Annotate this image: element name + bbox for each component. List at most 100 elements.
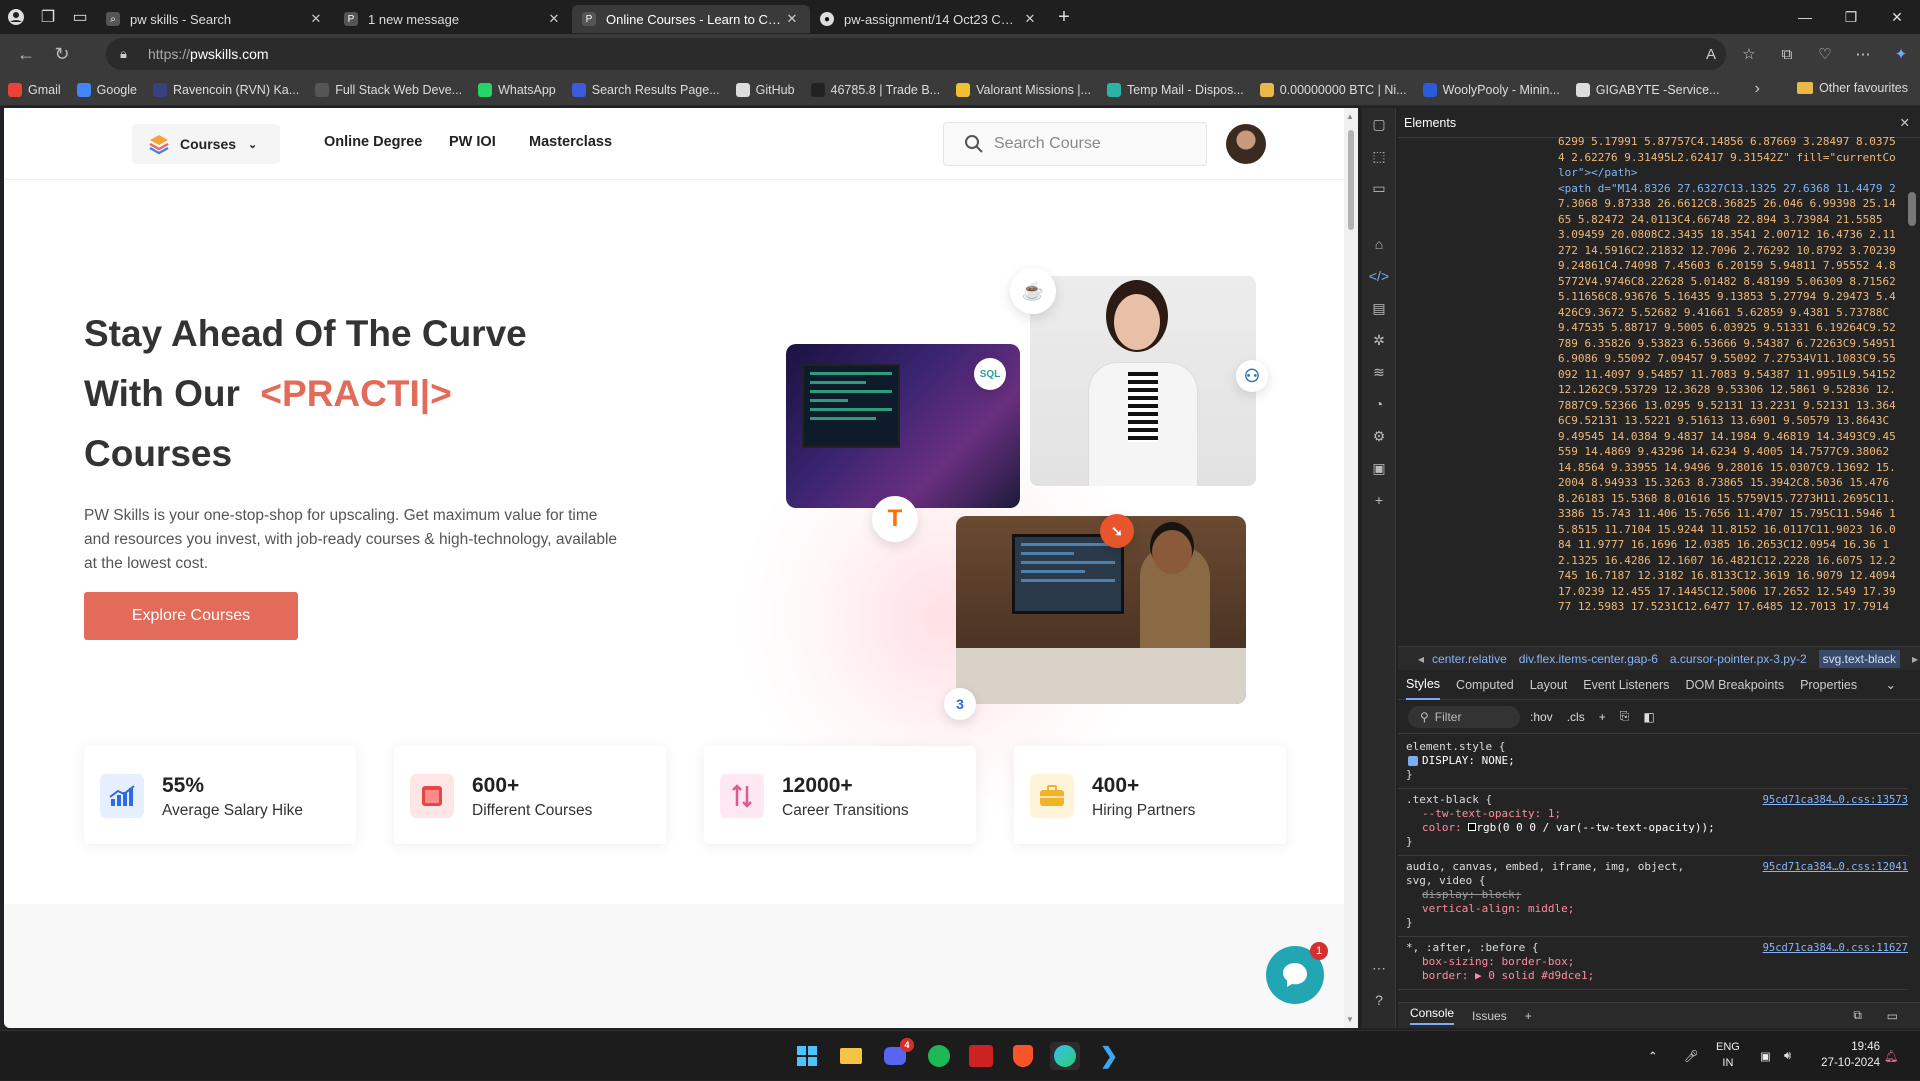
bookmark-item[interactable]: 0.00000000 BTC | Ni... xyxy=(1259,82,1407,97)
application-icon[interactable]: ▣ xyxy=(1362,452,1396,484)
brave-browser-icon[interactable] xyxy=(1008,1042,1038,1070)
css-property[interactable]: DISPLAY: NONE; xyxy=(1422,754,1515,767)
notification-bell-icon[interactable]: 🔔︎ xyxy=(1884,1031,1899,1081)
tab-computed[interactable]: Computed xyxy=(1456,671,1514,699)
close-tab-icon[interactable]: ✕ xyxy=(308,11,324,27)
refresh-icon[interactable]: ↻ xyxy=(44,36,80,72)
tab-pw-assignment[interactable]: ● pw-assignment/14 Oct23 CSS sel ✕ xyxy=(810,5,1048,33)
property-checkbox[interactable] xyxy=(1408,756,1418,766)
welcome-home-icon[interactable]: ⌂ xyxy=(1362,228,1396,260)
hov-toggle[interactable]: :hov xyxy=(1530,710,1553,724)
breadcrumb-item[interactable]: div.flex.items-center.gap-6 xyxy=(1519,652,1658,666)
paint-icon[interactable]: ⎘ xyxy=(1620,709,1630,724)
tab-dom-breakpoints[interactable]: DOM Breakpoints xyxy=(1685,671,1784,699)
breadcrumb-item[interactable]: center.relative xyxy=(1432,652,1507,666)
close-tab-icon[interactable]: ✕ xyxy=(784,11,800,27)
css-property[interactable]: border: ▶ 0 solid #d9dce1; xyxy=(1422,969,1594,982)
language-indicator[interactable]: ENG IN xyxy=(1716,1039,1740,1071)
device-toolbar-icon[interactable]: ▢ xyxy=(1362,108,1396,140)
edge-browser-icon[interactable] xyxy=(1050,1042,1080,1070)
tab-properties[interactable]: Properties xyxy=(1800,671,1857,699)
tab-pw-skills-search[interactable]: ⌕ pw skills - Search ✕ xyxy=(96,5,334,33)
network-wifi-icon[interactable]: ≋ xyxy=(1362,356,1396,388)
close-tab-icon[interactable]: ✕ xyxy=(1022,11,1038,27)
bookmark-item[interactable]: WhatsApp xyxy=(478,82,556,97)
dock-icon[interactable]: ▭ xyxy=(1887,1009,1898,1023)
css-property-value[interactable]: rgb(0 0 0 / var(--tw-text-opacity)); xyxy=(1476,821,1714,834)
minimize-icon[interactable]: — xyxy=(1782,0,1828,34)
video-editor-icon[interactable] xyxy=(966,1042,996,1070)
inspect-icon[interactable]: ⬚ xyxy=(1362,140,1396,172)
drawer-tab-console[interactable]: Console xyxy=(1410,1006,1455,1025)
microphone-icon[interactable]: 🎤︎ xyxy=(1684,1031,1699,1081)
windows-start-icon[interactable] xyxy=(792,1042,822,1070)
discord-icon[interactable]: 4 xyxy=(880,1038,914,1070)
more-subtabs-icon[interactable]: ⌄ xyxy=(1886,670,1896,699)
bookmark-item[interactable]: Gmail xyxy=(8,82,61,97)
cls-toggle[interactable]: .cls xyxy=(1567,710,1585,724)
tab-online-courses[interactable]: P Online Courses - Learn to Code A ✕ xyxy=(572,5,810,33)
undock-icon[interactable]: ⧉ xyxy=(1853,1008,1862,1023)
elements-code-icon[interactable]: </> xyxy=(1362,260,1396,292)
add-tool-icon[interactable]: + xyxy=(1362,484,1396,516)
performance-icon[interactable]: ◔ xyxy=(1362,388,1396,420)
breadcrumb-right-icon[interactable]: ▸ xyxy=(1912,652,1918,666)
css-property-name[interactable]: color: xyxy=(1422,821,1462,834)
rule-source-link[interactable]: 95cd71ca384…0.css:11627 xyxy=(1763,941,1908,955)
search-course-input[interactable]: Search Course xyxy=(943,122,1207,166)
sidebar-toggle-icon[interactable]: ◧ xyxy=(1643,710,1654,724)
user-avatar[interactable] xyxy=(1226,124,1266,164)
help-icon[interactable]: ? xyxy=(1362,984,1396,1016)
other-favourites[interactable]: Other favourites xyxy=(1797,81,1908,95)
rule-source-link[interactable]: 95cd71ca384…0.css:12041 xyxy=(1763,860,1908,874)
more-tools-icon[interactable]: ⋯ xyxy=(1362,952,1396,984)
close-devtools-icon[interactable]: ✕ xyxy=(1900,115,1910,130)
bookmark-item[interactable]: Temp Mail - Dispos... xyxy=(1106,82,1244,97)
workspaces-icon[interactable]: ❐ xyxy=(32,1,64,33)
breadcrumb-item[interactable]: a.cursor-pointer.px-3.py-2 xyxy=(1670,652,1807,666)
add-drawer-tab-icon[interactable]: + xyxy=(1525,1009,1532,1023)
nav-online-degree[interactable]: Online Degree xyxy=(324,134,422,150)
page-scrollbar[interactable]: ▲ ▼ xyxy=(1344,108,1358,1028)
bookmark-item[interactable]: GIGABYTE -Service... xyxy=(1575,82,1719,97)
vscode-icon[interactable]: ❯ xyxy=(1094,1042,1124,1070)
new-rule-icon[interactable]: + xyxy=(1599,710,1606,724)
tray-overflow-icon[interactable]: ⌃ xyxy=(1648,1031,1658,1081)
more-menu-icon[interactable]: ⋯ xyxy=(1844,45,1882,63)
tab-event-listeners[interactable]: Event Listeners xyxy=(1583,671,1669,699)
breadcrumb-left-icon[interactable]: ◂ xyxy=(1418,652,1424,666)
css-property[interactable]: box-sizing: border-box; xyxy=(1422,955,1574,968)
bookmark-item[interactable]: Google xyxy=(76,82,137,97)
css-property[interactable]: --tw-text-opacity: 1; xyxy=(1422,807,1561,820)
extensions-icon[interactable]: ⧉ xyxy=(1768,46,1806,63)
bookmarks-overflow-icon[interactable]: › xyxy=(1755,80,1760,98)
css-property-overridden[interactable]: display: block; xyxy=(1422,888,1521,901)
console-icon[interactable]: ▤ xyxy=(1362,292,1396,324)
bookmark-item[interactable]: WoolyPooly - Minin... xyxy=(1422,82,1560,97)
tab-styles[interactable]: Styles xyxy=(1406,670,1441,700)
sources-bug-icon[interactable]: ✲ xyxy=(1362,324,1396,356)
chat-widget-button[interactable]: 1 xyxy=(1266,942,1328,1004)
bookmark-item[interactable]: 46785.8 | Trade B... xyxy=(810,82,940,97)
explore-courses-button[interactable]: Explore Courses xyxy=(84,592,298,640)
bookmark-item[interactable]: Search Results Page... xyxy=(571,82,720,97)
tab-new-message[interactable]: P 1 new message ✕ xyxy=(334,5,572,33)
close-tab-icon[interactable]: ✕ xyxy=(546,11,562,27)
network-icon[interactable]: ▣ xyxy=(1760,1031,1771,1081)
address-bar[interactable]: 🔒︎ https://pwskills.com xyxy=(106,38,1726,70)
panel-toggle-icon[interactable]: ▭ xyxy=(1362,172,1396,204)
new-tab-button[interactable]: + xyxy=(1048,6,1080,29)
css-property[interactable]: vertical-align: middle; xyxy=(1422,902,1574,915)
breadcrumb-item-selected[interactable]: svg.text-black xyxy=(1818,649,1901,668)
back-arrow-icon[interactable]: ← xyxy=(8,36,44,72)
system-clock[interactable]: 19:46 27-10-2024 xyxy=(1821,1039,1880,1071)
nav-pw-ioi[interactable]: PW IOI xyxy=(449,134,496,150)
styles-filter-input[interactable]: ⚲ Filter xyxy=(1408,705,1520,728)
settings-gear-icon[interactable]: ⚙ xyxy=(1362,420,1396,452)
close-window-icon[interactable]: ✕ xyxy=(1874,0,1920,34)
dom-scrollbar[interactable] xyxy=(1908,148,1916,648)
bookmark-item[interactable]: Valorant Missions |... xyxy=(956,82,1091,97)
copilot-icon[interactable]: ✦ xyxy=(1882,45,1920,63)
rule-source-link[interactable]: 95cd71ca384…0.css:13573 xyxy=(1763,793,1908,807)
drawer-tab-issues[interactable]: Issues xyxy=(1472,1009,1507,1023)
